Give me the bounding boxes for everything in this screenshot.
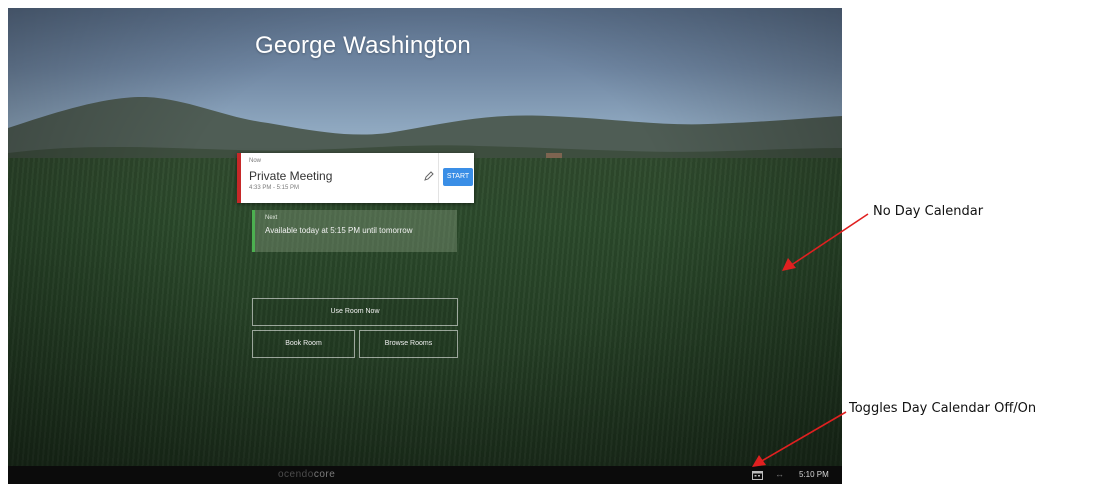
use-room-now-button[interactable]: Use Room Now <box>252 298 458 326</box>
bottom-bar: ocendocore ↔ 5:10 PM <box>8 466 842 484</box>
room-name: George Washington <box>255 32 471 59</box>
card-divider <box>438 153 439 203</box>
meeting-time: 4:33 PM - 5:15 PM <box>249 185 300 191</box>
next-status-label: Next <box>265 215 278 221</box>
current-status-label: Now <box>249 158 262 164</box>
edit-pencil-icon[interactable] <box>424 171 434 181</box>
device-screen: George Washington Now Private Meeting 4:… <box>8 8 842 484</box>
start-button[interactable]: START <box>443 168 473 186</box>
browse-rooms-button[interactable]: Browse Rooms <box>359 330 458 358</box>
current-meeting-card[interactable]: Now Private Meeting 4:33 PM - 5:15 PM ST… <box>237 153 474 203</box>
annotation-toggle-calendar: Toggles Day Calendar Off/On <box>849 401 1037 416</box>
calendar-toggle-icon[interactable] <box>752 470 763 480</box>
brand-prefix: ocendo <box>278 469 314 480</box>
meeting-title: Private Meeting <box>249 169 333 183</box>
clock: 5:10 PM <box>799 470 829 479</box>
brand-suffix: core <box>313 469 336 480</box>
brand-logo: ocendocore <box>278 469 335 480</box>
double-arrow-icon[interactable]: ↔ <box>775 469 784 479</box>
availability-text: Available today at 5:15 PM until tomorro… <box>265 226 413 235</box>
next-availability-card: Next Available today at 5:15 PM until to… <box>252 210 457 252</box>
annotation-no-day-calendar: No Day Calendar <box>873 204 984 219</box>
book-room-button[interactable]: Book Room <box>252 330 355 358</box>
